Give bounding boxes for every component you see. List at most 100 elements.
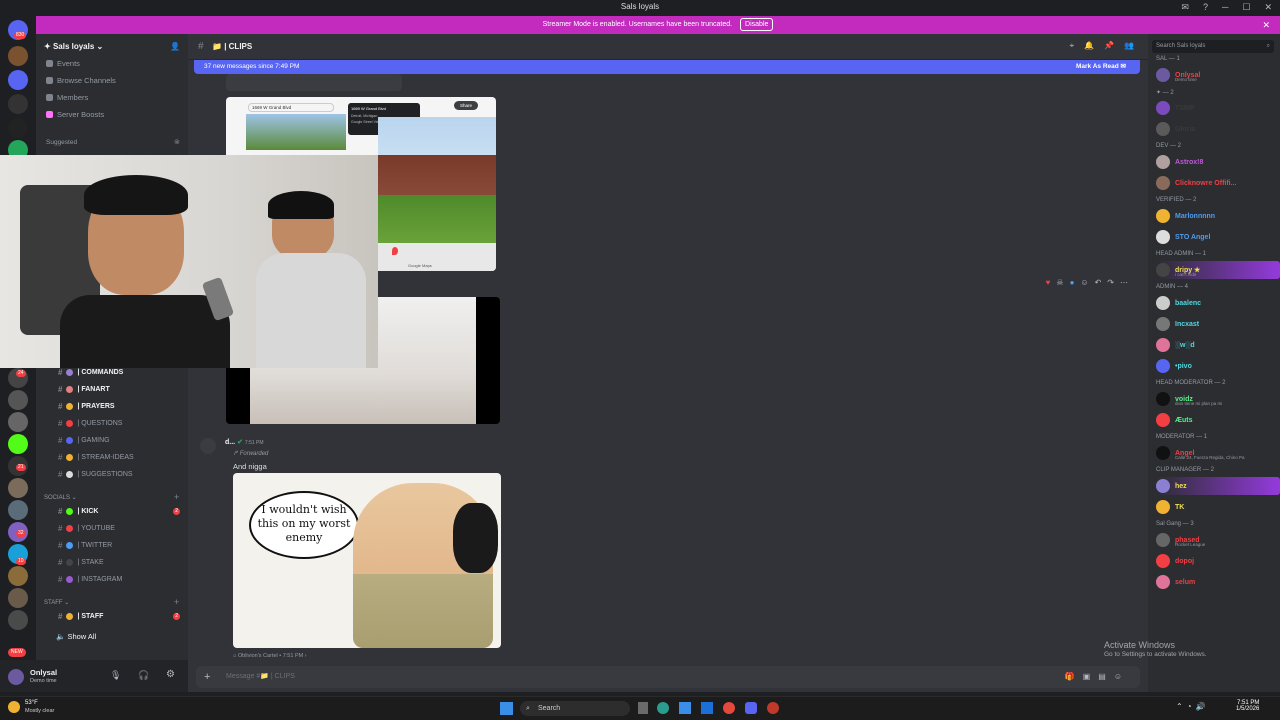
- server-icon[interactable]: [8, 118, 28, 138]
- server-name-header[interactable]: ✦ Sals loyals ⌄: [44, 42, 103, 51]
- disable-streamer-mode-button[interactable]: Disable: [740, 18, 774, 31]
- channel-fanart[interactable]: # | FANART: [58, 385, 110, 394]
- channel-staff[interactable]: # | STAFF: [58, 612, 103, 621]
- member-item[interactable]: hez: [1156, 477, 1280, 495]
- map-search-field[interactable]: 1669 W Grand Blvd: [248, 103, 334, 112]
- members-list-icon[interactable]: 👥: [1124, 41, 1144, 50]
- member-item[interactable]: Onlysal Demo time: [1156, 66, 1280, 84]
- edge-icon[interactable]: [657, 702, 669, 714]
- member-item[interactable]: ░w░d: [1156, 336, 1280, 354]
- channel-commands[interactable]: # | COMMANDS: [58, 368, 123, 377]
- microphone-icon[interactable]: 🎙: [110, 670, 121, 681]
- member-item[interactable]: Clicknowre Offifi...: [1156, 174, 1280, 192]
- weather-temp[interactable]: 53°F: [25, 700, 38, 706]
- chevron-up-icon[interactable]: ⌃: [1176, 702, 1187, 711]
- member-item[interactable]: •pivo: [1156, 357, 1280, 375]
- taskbar-search[interactable]: ⌕ Search: [520, 701, 630, 716]
- search-input[interactable]: Search Sals loyals ⌕: [1152, 40, 1274, 53]
- member-item[interactable]: TK: [1156, 498, 1280, 516]
- forward-origin[interactable]: ⌂ Oblivion's Cartel • 7:51 PM ›: [233, 653, 307, 659]
- invite-people-icon[interactable]: 👤: [170, 42, 180, 51]
- server-icon[interactable]: [8, 588, 28, 608]
- channel-kick[interactable]: # | KICK: [58, 507, 98, 516]
- kick-server-icon[interactable]: [8, 434, 28, 454]
- server-icon[interactable]: [8, 412, 28, 432]
- maximize-button[interactable]: ☐: [1242, 2, 1250, 13]
- pin-icon[interactable]: 📌: [1104, 41, 1124, 50]
- gear-icon[interactable]: ⚙: [166, 669, 175, 680]
- member-item[interactable]: Marlonnnnn: [1156, 207, 1280, 225]
- heart-reaction-icon[interactable]: ♥: [1046, 278, 1057, 287]
- close-icon[interactable]: ✕: [1262, 16, 1270, 34]
- member-item[interactable]: Angel Calle 24, Fuerza Regida, Chino Pa: [1156, 444, 1280, 462]
- member-item[interactable]: Æuts: [1156, 411, 1280, 429]
- wifi-icon[interactable]: ◔: [1187, 702, 1196, 711]
- discord-taskbar-icon[interactable]: [745, 702, 757, 714]
- gift-icon[interactable]: 🎁: [1065, 672, 1083, 681]
- add-attachment-icon[interactable]: +: [204, 666, 210, 688]
- sticker-icon[interactable]: ▤: [1098, 672, 1114, 681]
- task-view-icon[interactable]: [638, 702, 648, 714]
- message-author[interactable]: d... ✔ 7:51 PM: [225, 438, 264, 446]
- server-icon[interactable]: [8, 390, 28, 410]
- server-icon[interactable]: [8, 500, 28, 520]
- server-icon[interactable]: [8, 70, 28, 90]
- message-input[interactable]: Message #📁 | CLIPS: [226, 666, 295, 688]
- message-composer[interactable]: + Message #📁 | CLIPS 🎁▣▤☺: [196, 666, 1140, 688]
- bell-icon[interactable]: 🔔: [1084, 41, 1104, 50]
- headphones-icon[interactable]: 🎧: [138, 670, 149, 681]
- app-taskbar-icon[interactable]: [767, 702, 779, 714]
- gif-icon[interactable]: ▣: [1083, 672, 1099, 681]
- reply-icon[interactable]: ↶: [1095, 278, 1108, 287]
- minimize-button[interactable]: ─: [1222, 2, 1228, 13]
- events-link[interactable]: Events: [46, 59, 80, 68]
- new-messages-bar[interactable]: 37 new messages since 7:49 PM Mark As Re…: [194, 60, 1140, 74]
- close-window-button[interactable]: ✕: [1264, 2, 1272, 13]
- member-item[interactable]: STO Angel: [1156, 228, 1280, 246]
- channel-stream-ideas[interactable]: # | STREAM-IDEAS: [58, 453, 134, 462]
- member-item[interactable]: dopoj: [1156, 552, 1280, 570]
- members-link[interactable]: Members: [46, 93, 88, 102]
- dismiss-suggested-icon[interactable]: ⊗: [174, 138, 180, 146]
- server-icon[interactable]: [8, 94, 28, 114]
- category-staff[interactable]: STAFF ⌄: [44, 599, 69, 606]
- channel-stake[interactable]: # | STAKE: [58, 558, 104, 567]
- taskbar-clock[interactable]: 7:51 PM 1/5/2026: [1236, 700, 1259, 712]
- add-channel-icon[interactable]: +: [174, 492, 179, 502]
- channel-questions[interactable]: # | QUESTIONS: [58, 419, 122, 428]
- channel-youtube[interactable]: # | YOUTUBE: [58, 524, 115, 533]
- member-item[interactable]: baalenc: [1156, 294, 1280, 312]
- forward-icon[interactable]: ↷: [1107, 278, 1120, 287]
- reaction-icon[interactable]: ●: [1070, 278, 1081, 287]
- skull-reaction-icon[interactable]: ☠: [1056, 278, 1069, 287]
- channel-suggestions[interactable]: # | SUGGESTIONS: [58, 470, 133, 479]
- server-icon[interactable]: [8, 610, 28, 630]
- outlook-icon[interactable]: [701, 702, 713, 714]
- channel-twitter[interactable]: # | TWITTER: [58, 541, 112, 550]
- avatar[interactable]: [200, 438, 216, 454]
- help-icon[interactable]: ?: [1203, 2, 1208, 13]
- threads-icon[interactable]: ⌖: [1070, 41, 1085, 50]
- more-options-icon[interactable]: ⋯: [1120, 278, 1134, 287]
- street-view-thumbnail[interactable]: [246, 114, 346, 150]
- volume-icon[interactable]: 🔊: [1196, 702, 1210, 711]
- meme-image[interactable]: I wouldn't wish this on my worst enemy: [233, 473, 501, 648]
- chrome-icon[interactable]: [723, 702, 735, 714]
- member-item[interactable]: dripy ★ i can't hide: [1156, 261, 1280, 279]
- member-item[interactable]: Gloria: [1156, 120, 1280, 138]
- browse-channels-link[interactable]: Browse Channels: [46, 76, 116, 85]
- server-boosts-link[interactable]: Server Boosts: [46, 110, 104, 119]
- avatar[interactable]: [8, 669, 24, 685]
- server-icon[interactable]: [8, 478, 28, 498]
- channel-instagram[interactable]: # | INSTAGRAM: [58, 575, 122, 584]
- mark-as-read-button[interactable]: Mark As Read ✉: [1076, 60, 1126, 74]
- channel-prayers[interactable]: # | PRAYERS: [58, 402, 115, 411]
- member-item[interactable]: Incxast: [1156, 315, 1280, 333]
- add-reaction-icon[interactable]: ☺: [1080, 278, 1094, 287]
- member-item[interactable]: selum: [1156, 573, 1280, 591]
- share-button[interactable]: Share: [454, 101, 478, 110]
- add-channel-icon[interactable]: +: [174, 597, 179, 607]
- show-all-button[interactable]: 🔈 Show All: [56, 632, 96, 641]
- inbox-icon[interactable]: ✉: [1181, 2, 1189, 13]
- category-socials[interactable]: SOCIALS ⌄: [44, 494, 77, 501]
